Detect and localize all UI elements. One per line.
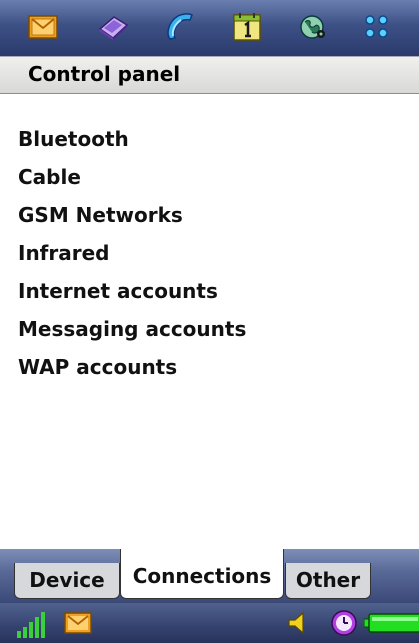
tab-connections[interactable]: Connections [120,549,284,599]
signal-strength-icon [16,609,50,639]
new-message-icon[interactable] [64,612,92,634]
battery-icon [364,613,419,633]
list-item-gsm-networks[interactable]: GSM Networks [18,196,246,234]
title-bar: Control panel [0,56,419,94]
clock-icon[interactable] [330,609,358,637]
phone-icon[interactable] [163,12,197,42]
page-title: Control panel [28,62,181,86]
list-item-messaging-accounts[interactable]: Messaging accounts [18,310,246,348]
status-bar [0,603,419,643]
list-item-bluetooth[interactable]: Bluetooth [18,120,246,158]
list-item-internet-accounts[interactable]: Internet accounts [18,272,246,310]
list-item-wap-accounts[interactable]: WAP accounts [18,348,246,386]
tab-other[interactable]: Other [285,563,371,599]
tab-device[interactable]: Device [14,563,120,599]
list-item-cable[interactable]: Cable [18,158,246,196]
volume-icon[interactable] [287,611,311,635]
main-menu-icon[interactable] [360,12,394,42]
top-app-bar [0,0,419,56]
messaging-icon[interactable] [26,12,60,42]
contacts-icon[interactable] [96,12,130,42]
tab-strip: Device Connections Other [0,549,419,603]
internet-icon[interactable] [296,12,330,42]
settings-list: Bluetooth Cable GSM Networks Infrared In… [18,120,246,386]
calendar-icon[interactable] [230,12,264,42]
list-item-infrared[interactable]: Infrared [18,234,246,272]
